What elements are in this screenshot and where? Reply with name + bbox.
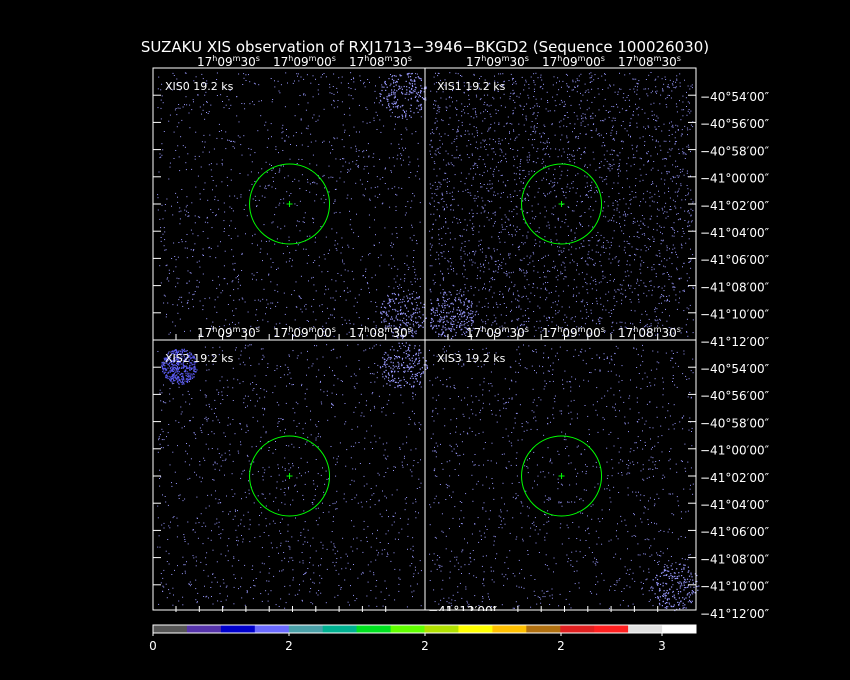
xis-panel-3: XIS3 19.2 ks	[429, 344, 700, 612]
event-dots	[157, 72, 427, 339]
dec-tick-label: −41°02′00″	[700, 199, 770, 213]
xis-image-figure: SUZAKU XIS observation of RXJ1713−3946−B…	[141, 38, 770, 653]
dec-tick-label: −41°10′00″	[700, 580, 770, 594]
panel-label: XIS3 19.2 ks	[437, 352, 506, 365]
dec-tick-label: −40°54′00″	[700, 90, 770, 104]
center-cross	[558, 201, 565, 207]
xis-panels: XIS0 19.2 ks XIS1 19.2 ks XIS2 19.2 ks XIS3…	[157, 72, 700, 612]
colorbar-swatch	[254, 625, 290, 633]
panel-label: XIS1 19.2 ks	[437, 80, 506, 93]
colorbar-label: 3	[658, 639, 666, 653]
colorbar-swatch	[356, 625, 391, 633]
coordinate-axes: 17h09m30s 17h09m00s 17h08m30s 17h09m30s 17h0…	[152, 54, 770, 621]
colorbar-swatch	[288, 625, 324, 633]
ra-tick-label: 17h09m30s	[466, 54, 529, 69]
figure-title: SUZAKU XIS observation of RXJ1713−3946−B…	[141, 38, 709, 56]
dec-tick-label: −41°06′00″	[700, 525, 770, 539]
xis-panel-1: XIS1 19.2 ks	[429, 72, 694, 340]
dec-tick-label: −40°58′00″	[700, 144, 770, 158]
colorbar-label: 0	[149, 639, 157, 653]
center-cross	[286, 473, 293, 479]
xis-panel-0: XIS0 19.2 ks	[157, 72, 427, 339]
ra-tick-label: 17h09m00s	[542, 54, 605, 69]
ra-tick-label: 17h09m00s	[273, 325, 336, 340]
center-cross	[286, 201, 293, 207]
colorbar-swatch	[390, 625, 425, 633]
dec-tick-label: −40°56′00″	[700, 117, 770, 131]
dec-tick-label: −41°06′00″	[700, 253, 770, 267]
dec-tick-label: −40°56′00″	[700, 389, 770, 403]
ra-tick-label: 17h08m30s	[618, 54, 681, 69]
center-cross	[558, 473, 565, 479]
dec-tick-label: −41°04′00″	[700, 226, 770, 240]
ra-tick-labels: 17h09m30s 17h09m00s 17h08m30s 17h09m30s 17h0…	[197, 54, 681, 340]
ra-tick-label: 17h09m00s	[542, 325, 605, 340]
dec-tick-label: −41°10′00″	[700, 308, 770, 322]
ra-tick-label: 17h09m30s	[197, 54, 260, 69]
xis-panel-2: XIS2 19.2 ks	[157, 342, 428, 609]
colorbar-swatch	[220, 625, 256, 633]
dec-tick-label: −41°12′00″	[700, 335, 770, 349]
dec-tick-label: −41°08′00″	[700, 280, 770, 294]
colorbar-swatch	[662, 625, 697, 633]
dec-tick-label: −41°00′00″	[700, 444, 770, 458]
colorbar-swatch	[628, 625, 663, 633]
panel-label: XIS0 19.2 ks	[165, 80, 234, 93]
colorbar-swatch	[526, 625, 561, 633]
ra-tick-label: 17h09m30s	[466, 325, 529, 340]
colorbar-label: 2	[285, 639, 293, 653]
colorbar-swatch	[322, 625, 358, 633]
colorbar-swatch	[594, 625, 629, 633]
dec-tick-label: −41°00′00″	[700, 172, 770, 186]
panel-frames	[152, 67, 697, 611]
dec-tick-label: −41°12′00″	[700, 607, 770, 621]
colorbar-swatch	[153, 625, 188, 633]
dec-tick-label: −41°02′00″	[700, 471, 770, 485]
colorbar-label: 2	[557, 639, 565, 653]
colorbar-swatch	[458, 625, 493, 633]
colorbar-label: 2	[421, 639, 429, 653]
dec-tick-label: −40°54′00″	[700, 362, 770, 376]
dec-tick-label: −41°08′00″	[700, 552, 770, 566]
ra-tick-label: 17h08m30s	[349, 325, 412, 340]
panel-label: XIS2 19.2 ks	[165, 352, 234, 365]
colorbar-swatch	[560, 625, 595, 633]
ra-tick-label: 17h09m00s	[273, 54, 336, 69]
ra-tick-label: 17h08m30s	[618, 325, 681, 340]
colorbar: 0 2 2 2 3	[149, 624, 697, 653]
event-dots	[429, 344, 700, 612]
colorbar-swatch	[186, 625, 222, 633]
colorbar-swatch	[492, 625, 527, 633]
dec-tick-label: −41°04′00″	[700, 498, 770, 512]
event-dots	[157, 342, 428, 609]
dec-tick-labels: −40°54′00″ −40°56′00″ −40°58′00″ −41°00′00″…	[700, 90, 770, 621]
ra-tick-label: 17h08m30s	[349, 54, 412, 69]
dec-tick-label: −40°58′00″	[700, 416, 770, 430]
ra-tick-label: 17h09m30s	[197, 325, 260, 340]
colorbar-swatch	[424, 625, 459, 633]
